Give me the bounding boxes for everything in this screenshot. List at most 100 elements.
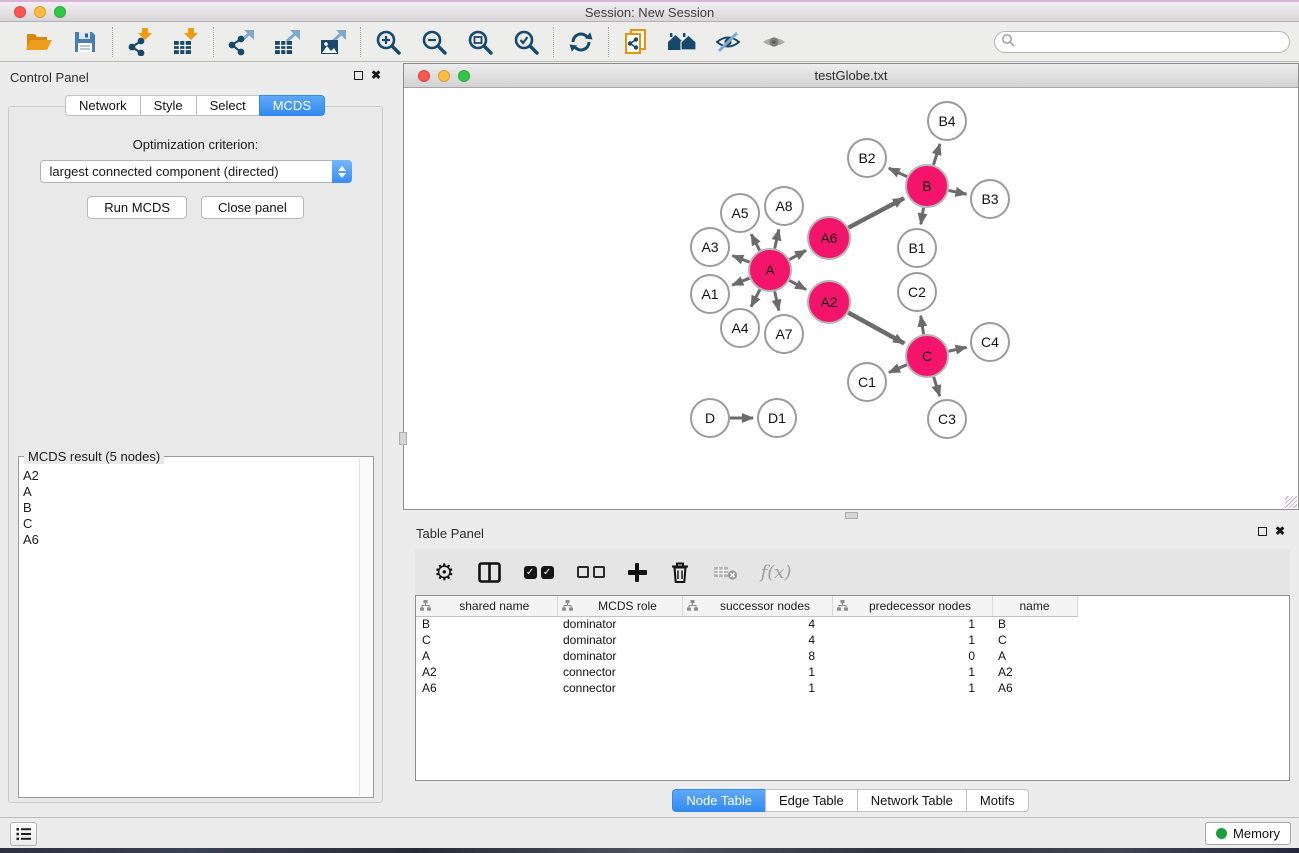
splitter-grip-left[interactable]: [399, 432, 407, 445]
splitter-grip-bottom[interactable]: [845, 512, 858, 519]
table-tab-edge-table[interactable]: Edge Table: [765, 789, 858, 812]
node-D1[interactable]: D1: [758, 399, 796, 437]
table-settings-gear-icon[interactable]: ⚙: [434, 557, 455, 587]
export-image-icon[interactable]: [318, 27, 348, 57]
table-cell[interactable]: A2: [416, 664, 557, 680]
table-cell[interactable]: 1: [832, 632, 992, 648]
node-B4[interactable]: B4: [928, 102, 966, 140]
table-row[interactable]: Bdominator41B: [416, 616, 1077, 632]
edge-A2-C[interactable]: [848, 313, 904, 344]
close-panel-icon[interactable]: ✖: [371, 70, 381, 81]
edge-C-C3[interactable]: [934, 377, 940, 396]
select-all-columns-icon[interactable]: ✓✓: [524, 557, 554, 587]
export-table-icon[interactable]: [272, 27, 302, 57]
node-D[interactable]: D: [691, 399, 729, 437]
node-B[interactable]: B: [906, 165, 948, 207]
export-network-icon[interactable]: [226, 27, 256, 57]
float-table-panel-icon[interactable]: [1258, 527, 1267, 536]
table-cell[interactable]: 1: [832, 680, 992, 696]
table-cell[interactable]: 0: [832, 648, 992, 664]
node-table-grid[interactable]: shared nameMCDS rolesuccessor nodesprede…: [416, 596, 1078, 696]
tab-network[interactable]: Network: [65, 95, 141, 116]
mcds-result-item[interactable]: A6: [23, 532, 369, 548]
import-table-icon[interactable]: [171, 27, 201, 57]
hide-selected-icon[interactable]: [713, 27, 743, 57]
column-header-mcds-role[interactable]: MCDS role: [557, 596, 682, 616]
float-panel-icon[interactable]: [354, 71, 363, 80]
node-C4[interactable]: C4: [971, 323, 1009, 361]
node-C2[interactable]: C2: [898, 273, 936, 311]
table-row[interactable]: Cdominator41C: [416, 632, 1077, 648]
create-column-icon[interactable]: [628, 557, 647, 587]
table-cell[interactable]: A6: [992, 680, 1077, 696]
table-cell[interactable]: A2: [992, 664, 1077, 680]
function-builder-icon[interactable]: f(x): [761, 557, 792, 587]
first-neighbors-icon[interactable]: [667, 27, 697, 57]
edge-A-A4[interactable]: [751, 290, 760, 307]
tab-style[interactable]: Style: [140, 95, 197, 116]
table-row[interactable]: Adominator80A: [416, 648, 1077, 664]
table-cell[interactable]: A: [992, 648, 1077, 664]
table-cell[interactable]: B: [416, 616, 557, 632]
tab-mcds[interactable]: MCDS: [259, 95, 325, 116]
node-B2[interactable]: B2: [848, 139, 886, 177]
import-network-icon[interactable]: [125, 27, 155, 57]
show-columns-icon[interactable]: [478, 557, 501, 587]
table-tab-motifs[interactable]: Motifs: [966, 789, 1029, 812]
node-A4[interactable]: A4: [721, 309, 759, 347]
edge-C-C1[interactable]: [889, 365, 907, 373]
table-cell[interactable]: connector: [557, 664, 682, 680]
table-cell[interactable]: dominator: [557, 648, 682, 664]
criterion-dropdown[interactable]: largest connected component (directed): [40, 160, 352, 183]
zoom-fit-icon[interactable]: [465, 27, 495, 57]
result-scrollbar[interactable]: [359, 458, 372, 796]
node-A1[interactable]: A1: [691, 275, 729, 313]
refresh-view-icon[interactable]: [566, 27, 596, 57]
column-header-successor-nodes[interactable]: successor nodes: [682, 596, 832, 616]
zoom-in-icon[interactable]: [373, 27, 403, 57]
edge-A-A7[interactable]: [775, 291, 779, 310]
node-C3[interactable]: C3: [928, 400, 966, 438]
table-cell[interactable]: 1: [682, 680, 832, 696]
node-A7[interactable]: A7: [765, 315, 803, 353]
unselect-all-columns-icon[interactable]: [577, 557, 605, 587]
node-A[interactable]: A: [749, 249, 791, 291]
table-row[interactable]: A6connector11A6: [416, 680, 1077, 696]
node-B3[interactable]: B3: [971, 180, 1009, 218]
mcds-result-item[interactable]: A: [23, 484, 369, 500]
table-cell[interactable]: 4: [682, 632, 832, 648]
table-cell[interactable]: C: [416, 632, 557, 648]
tab-select[interactable]: Select: [196, 95, 260, 116]
run-mcds-button[interactable]: Run MCDS: [87, 196, 187, 219]
network-window-titlebar[interactable]: testGlobe.txt: [404, 64, 1298, 88]
network-canvas[interactable]: B4B2BB3A8A5A6A3B1AA1C2A2A4A7C4CC1C3DD1: [404, 89, 1298, 509]
table-cell[interactable]: A: [416, 648, 557, 664]
table-cell[interactable]: 1: [832, 616, 992, 632]
save-session-icon[interactable]: [70, 27, 100, 57]
column-header-shared-name[interactable]: shared name: [416, 596, 557, 616]
delete-column-icon[interactable]: [670, 557, 690, 587]
edge-B-B3[interactable]: [949, 190, 967, 194]
edge-A-A1[interactable]: [732, 278, 749, 285]
edge-B-B1[interactable]: [921, 208, 924, 225]
node-A8[interactable]: A8: [765, 187, 803, 225]
table-cell[interactable]: 1: [832, 664, 992, 680]
node-A5[interactable]: A5: [721, 194, 759, 232]
node-A2[interactable]: A2: [808, 281, 850, 323]
task-history-button[interactable]: [10, 822, 37, 846]
node-C[interactable]: C: [906, 335, 948, 377]
mcds-result-item[interactable]: C: [23, 516, 369, 532]
edge-A-A2[interactable]: [789, 280, 806, 289]
edge-A6-B[interactable]: [848, 198, 904, 228]
edge-C-C4[interactable]: [948, 347, 966, 351]
memory-button[interactable]: Memory: [1205, 822, 1291, 845]
window-resize-grip[interactable]: [1285, 496, 1297, 508]
edge-A-A8[interactable]: [775, 229, 779, 248]
edge-C-C2[interactable]: [921, 316, 924, 335]
table-cell[interactable]: 8: [682, 648, 832, 664]
show-all-icon[interactable]: [759, 27, 789, 57]
table-cell[interactable]: dominator: [557, 616, 682, 632]
column-header-predecessor-nodes[interactable]: predecessor nodes: [832, 596, 992, 616]
copy-network-icon[interactable]: [621, 27, 651, 57]
table-cell[interactable]: 4: [682, 616, 832, 632]
